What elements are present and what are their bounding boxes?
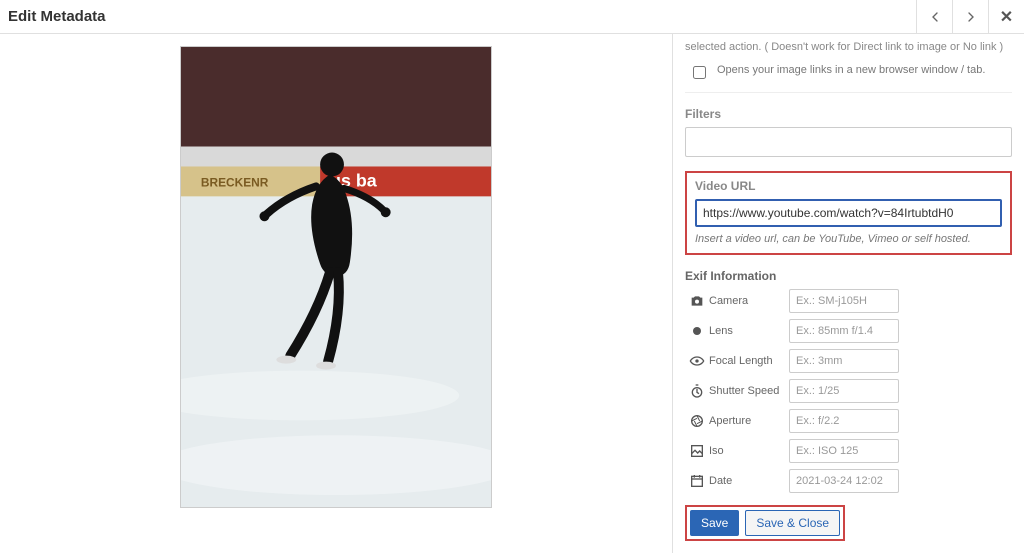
save-close-button[interactable]: Save & Close <box>745 510 840 536</box>
preview-panel: us ba BRECKENR <box>0 34 672 553</box>
exif-date-input[interactable] <box>789 469 899 493</box>
exif-shutter-speed-input[interactable] <box>789 379 899 403</box>
dialog-title: Edit Metadata <box>0 4 114 29</box>
exif-lens-label: Lens <box>709 325 789 337</box>
open-new-tab-label: Opens your image links in a new browser … <box>717 64 985 76</box>
next-button[interactable] <box>952 0 988 33</box>
exif-lens-input[interactable] <box>789 319 899 343</box>
aperture-icon <box>685 413 709 429</box>
close-button[interactable]: ✕ <box>988 0 1024 33</box>
exif-camera-label: Camera <box>709 295 789 307</box>
exif-focal-length-label: Focal Length <box>709 355 789 367</box>
chevron-left-icon <box>927 9 943 25</box>
eye-icon <box>685 353 709 369</box>
exif-date-label: Date <box>709 475 789 487</box>
dialog-header: Edit Metadata ✕ <box>0 0 1024 34</box>
exif-iso-label: Iso <box>709 445 789 457</box>
image-icon <box>685 443 709 459</box>
exif-shutter-speed-label: Shutter Speed <box>709 385 789 397</box>
exif-aperture-label: Aperture <box>709 415 789 427</box>
video-url-hint: Insert a video url, can be YouTube, Vime… <box>695 233 1002 245</box>
lens-icon <box>685 323 709 339</box>
exif-focal-length-input[interactable] <box>789 349 899 373</box>
exif-aperture-input[interactable] <box>789 409 899 433</box>
exif-iso-input[interactable] <box>789 439 899 463</box>
video-url-section: Video URL Insert a video url, can be You… <box>685 171 1012 255</box>
metadata-sidebar: selected action. ( Doesn't work for Dire… <box>672 34 1024 553</box>
save-button[interactable]: Save <box>690 510 739 536</box>
close-icon: ✕ <box>1000 7 1013 27</box>
save-button-bar: Save Save & Close <box>685 505 845 541</box>
exif-camera-input[interactable] <box>789 289 899 313</box>
calendar-icon <box>685 473 709 489</box>
camera-icon <box>685 293 709 309</box>
filters-label: Filters <box>685 107 1012 121</box>
video-url-label: Video URL <box>695 179 1002 193</box>
prev-button[interactable] <box>916 0 952 33</box>
link-action-hint: selected action. ( Doesn't work for Dire… <box>685 40 1012 54</box>
preview-image: us ba BRECKENR <box>180 46 492 508</box>
stopwatch-icon <box>685 383 709 399</box>
chevron-right-icon <box>963 9 979 25</box>
filters-input[interactable] <box>685 127 1012 157</box>
header-controls: ✕ <box>916 0 1024 33</box>
video-url-input[interactable] <box>695 199 1002 227</box>
open-new-tab-checkbox[interactable] <box>693 66 706 79</box>
svg-text:BRECKENR: BRECKENR <box>201 175 269 189</box>
exif-section-title: Exif Information <box>685 269 1012 283</box>
